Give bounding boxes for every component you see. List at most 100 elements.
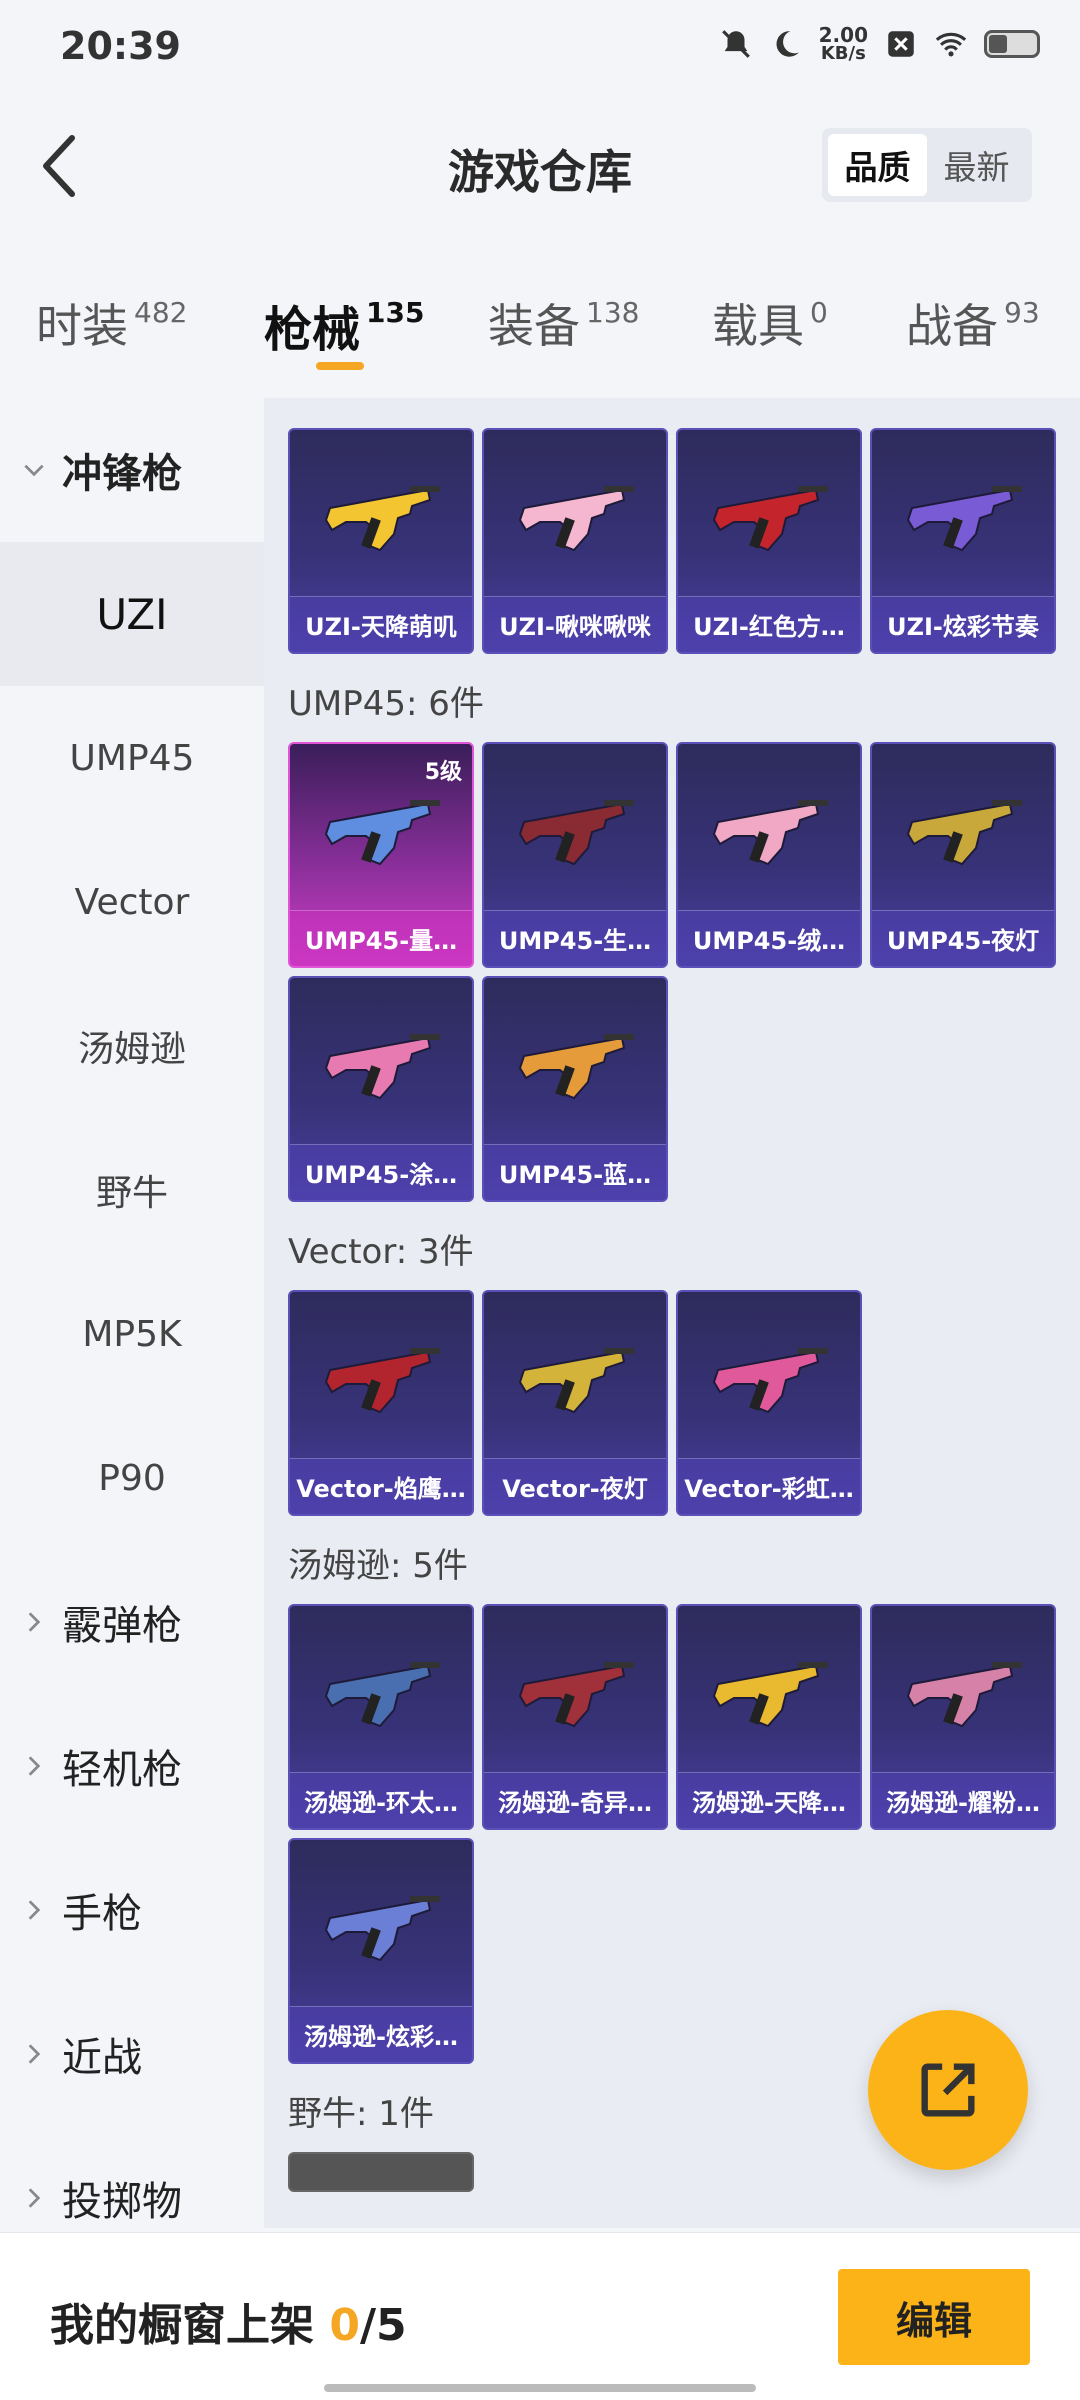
skin-name: UZI-啾咪啾咪 <box>484 596 666 652</box>
chevron-down-icon <box>20 456 48 484</box>
close-box-icon <box>888 31 914 57</box>
battery-icon <box>984 30 1040 58</box>
mute-icon <box>721 30 750 58</box>
chevron-right-icon <box>20 1896 48 1924</box>
weapon-skin-icon <box>906 800 1022 866</box>
tab-equipment[interactable]: 装备 138 <box>488 290 639 356</box>
skin-name: UZI-红色方… <box>678 596 860 652</box>
skin-name: UMP45-蓝… <box>484 1144 666 1200</box>
skin-name: UMP45-生… <box>484 910 666 966</box>
tab-guns[interactable]: 枪械 135 <box>264 290 424 360</box>
skin-name: UMP45-夜灯 <box>872 910 1054 966</box>
weapon-skin-icon <box>712 1348 828 1414</box>
skin-card[interactable]: UMP45-夜灯 <box>870 742 1056 968</box>
skin-card[interactable]: 汤姆逊-奇异… <box>482 1604 668 1830</box>
active-tab-indicator <box>316 362 364 370</box>
skin-grid: UZI-天降萌叽 UZI-啾咪啾咪 UZI-红色方… UZI-炫彩节奏 <box>264 428 1080 654</box>
tab-fashion[interactable]: 时装 482 <box>36 290 187 356</box>
weapon-skin-icon <box>518 800 634 866</box>
section-title: Vector: 3件 <box>288 1232 474 1272</box>
bottom-bar: 我的橱窗上架 0/5 编辑 <box>0 2232 1080 2400</box>
chevron-right-icon <box>20 2184 48 2212</box>
skin-name: Vector-焰鹰… <box>290 1458 472 1514</box>
skin-name: 汤姆逊-奇异… <box>484 1772 666 1828</box>
sidebar-item-mp5k[interactable]: MP5K <box>0 1262 264 1406</box>
skin-name: Vector-彩虹… <box>678 1458 860 1514</box>
status-time: 20:39 <box>60 24 181 68</box>
skin-name: 汤姆逊-环太… <box>290 1772 472 1828</box>
sort-newest-button[interactable]: 最新 <box>927 134 1026 196</box>
status-bar: 20:39 2.00 KB/s <box>0 0 1080 82</box>
sidebar-item-p90[interactable]: P90 <box>0 1406 264 1550</box>
weapon-skin-icon <box>906 1662 1022 1728</box>
weapon-skin-icon <box>324 1034 440 1100</box>
sidebar-item-vector[interactable]: Vector <box>0 830 264 974</box>
chevron-right-icon <box>20 2040 48 2068</box>
skin-card[interactable]: UZI-红色方… <box>676 428 862 654</box>
category-tabs: 时装 482 枪械 135 装备 138 载具 0 战备 93 <box>0 280 1080 390</box>
skin-sections: UZI-天降萌叽 UZI-啾咪啾咪 UZI-红色方… UZI-炫彩节奏 UMP45: 6… <box>264 428 1080 2192</box>
skin-card[interactable]: Vector-彩虹… <box>676 1290 862 1516</box>
skin-card[interactable]: 汤姆逊-环太… <box>288 1604 474 1830</box>
weapon-skin-icon <box>324 486 440 552</box>
app-header: 游戏仓库 品质 最新 <box>0 82 1080 252</box>
skin-card[interactable]: Vector-焰鹰… <box>288 1290 474 1516</box>
section-title: 汤姆逊: 5件 <box>288 1546 468 1586</box>
skin-name: 汤姆逊-耀粉… <box>872 1772 1054 1828</box>
wifi-icon <box>935 32 967 57</box>
skin-card[interactable]: UMP45-绒… <box>676 742 862 968</box>
skin-name: UZI-天降萌叽 <box>290 596 472 652</box>
sort-toggle: 品质 最新 <box>822 128 1032 202</box>
weapon-skin-icon <box>324 1662 440 1728</box>
chevron-right-icon <box>20 1752 48 1780</box>
sidebar-group-lmg[interactable]: 轻机枪 <box>0 1694 264 1838</box>
status-icons: 2.00 KB/s <box>719 24 1040 64</box>
sort-quality-button[interactable]: 品质 <box>828 134 927 196</box>
home-indicator[interactable] <box>324 2384 756 2392</box>
sidebar-item-ump45[interactable]: UMP45 <box>0 686 264 830</box>
weapon-skin-icon <box>518 1662 634 1728</box>
share-button[interactable] <box>868 2010 1028 2170</box>
weapon-skin-icon <box>712 800 828 866</box>
weapon-skin-icon <box>906 486 1022 552</box>
tab-supplies[interactable]: 战备 93 <box>906 290 1040 356</box>
sidebar-item-thompson[interactable]: 汤姆逊 <box>0 974 264 1118</box>
weapon-skin-icon <box>324 800 440 866</box>
sidebar-group-melee[interactable]: 近战 <box>0 1982 264 2126</box>
section-title: UMP45: 6件 <box>288 684 484 724</box>
tab-vehicles[interactable]: 载具 0 <box>712 290 828 356</box>
skin-name: Vector-夜灯 <box>484 1458 666 1514</box>
sidebar-group-throwable[interactable]: 投掷物 <box>0 2126 264 2228</box>
skin-card[interactable]: UMP45-蓝… <box>482 976 668 1202</box>
skin-card[interactable]: UMP45-生… <box>482 742 668 968</box>
skin-card[interactable]: UZI-啾咪啾咪 <box>482 428 668 654</box>
skin-grid: 汤姆逊-环太… 汤姆逊-奇异… 汤姆逊-天降… 汤姆逊-耀粉… 汤姆逊-炫彩… <box>264 1604 1080 2064</box>
edit-button[interactable]: 编辑 <box>838 2269 1030 2365</box>
sidebar-group-shotgun[interactable]: 霰弹枪 <box>0 1550 264 1694</box>
sidebar-group-pistol[interactable]: 手枪 <box>0 1838 264 1982</box>
weapon-skin-icon <box>712 486 828 552</box>
skin-card[interactable]: 汤姆逊-天降… <box>676 1604 862 1830</box>
skin-card[interactable]: 汤姆逊-炫彩… <box>288 1838 474 2064</box>
weapon-skin-icon <box>324 1348 440 1414</box>
net-speed: 2.00 KB/s <box>818 23 868 64</box>
sidebar-group-smg[interactable]: 冲锋枪 <box>0 398 264 542</box>
sidebar-item-uzi[interactable]: UZI <box>0 542 264 686</box>
skin-name: UMP45-量… <box>290 910 472 966</box>
skin-name: UMP45-绒… <box>678 910 860 966</box>
weapon-skin-list: UZI-天降萌叽 UZI-啾咪啾咪 UZI-红色方… UZI-炫彩节奏 UMP45: 6… <box>264 398 1080 2228</box>
weapon-skin-icon <box>518 1348 634 1414</box>
skin-card[interactable]: UMP45-涂… <box>288 976 474 1202</box>
weapon-type-sidebar: 冲锋枪 UZI UMP45 Vector 汤姆逊 野牛 MP5K P90 霰弹枪… <box>0 398 264 2228</box>
moon-icon <box>776 31 799 57</box>
share-icon <box>921 2063 975 2117</box>
skin-card[interactable]: UZI-炫彩节奏 <box>870 428 1056 654</box>
skin-card[interactable] <box>288 2152 474 2192</box>
weapon-skin-icon <box>518 1034 634 1100</box>
skin-card[interactable]: Vector-夜灯 <box>482 1290 668 1516</box>
skin-card[interactable]: 汤姆逊-耀粉… <box>870 1604 1056 1830</box>
skin-card[interactable]: UZI-天降萌叽 <box>288 428 474 654</box>
skin-card[interactable]: 5级 UMP45-量… <box>288 742 474 968</box>
skin-grid: Vector-焰鹰… Vector-夜灯 Vector-彩虹… <box>264 1290 1080 1516</box>
sidebar-item-bizon[interactable]: 野牛 <box>0 1118 264 1262</box>
